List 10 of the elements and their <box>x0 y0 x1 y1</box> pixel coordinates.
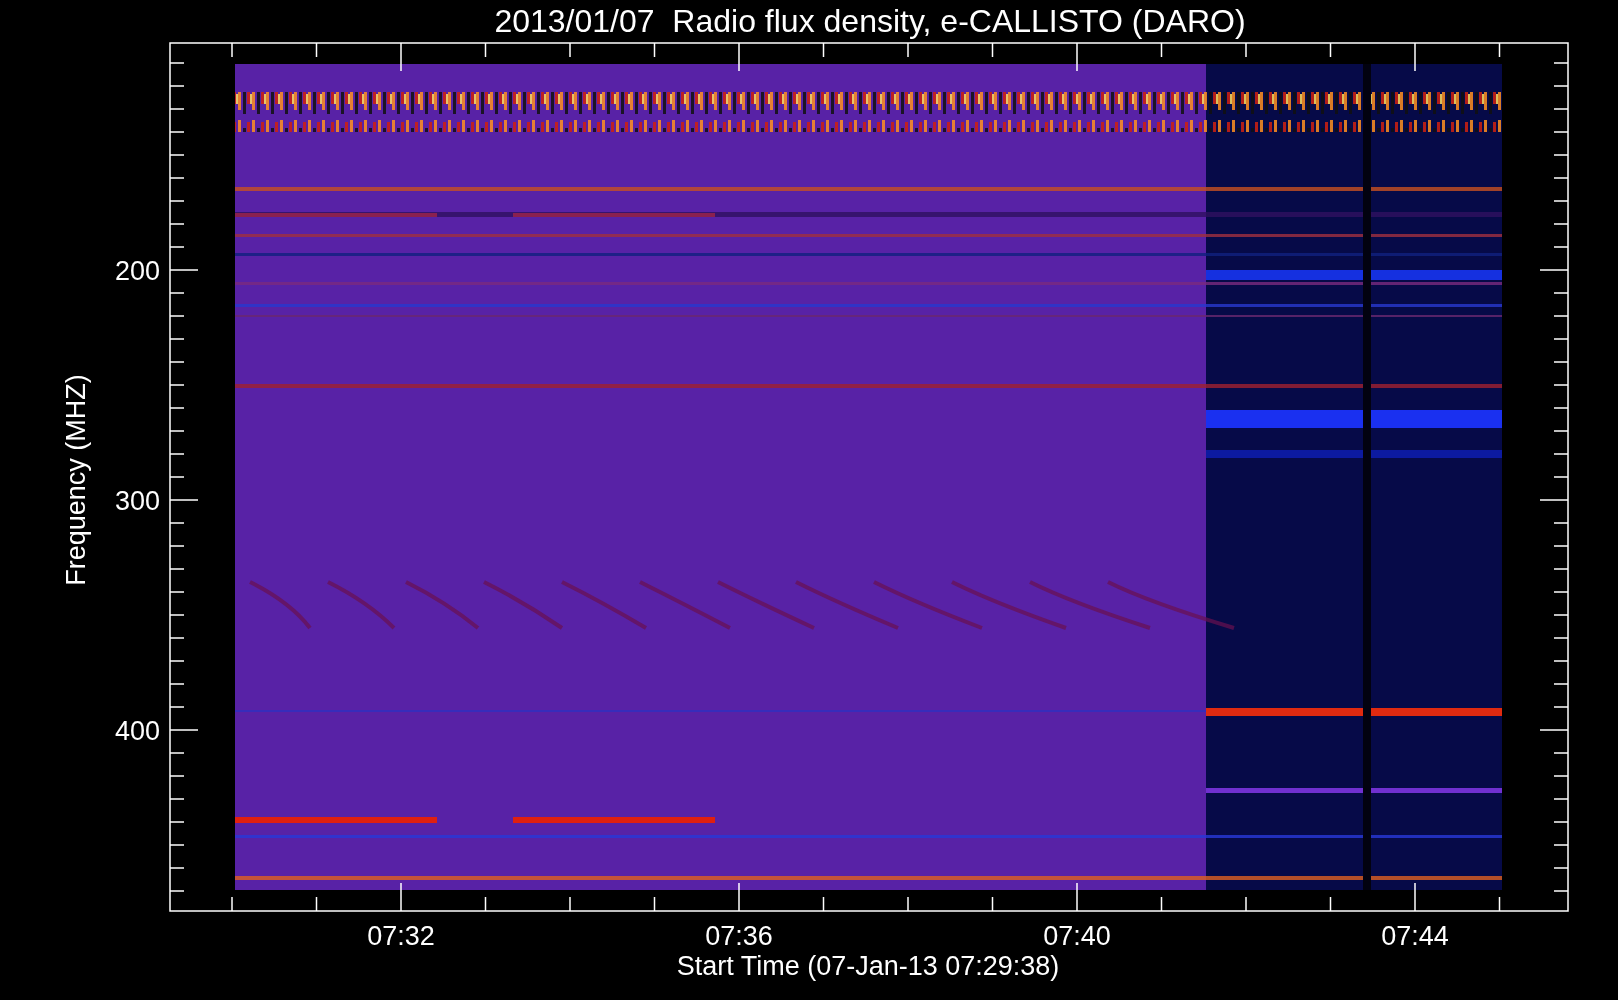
chart-title: 2013/01/07 Radio flux density, e-CALLISTO (DARO) <box>494 3 1246 39</box>
y-tick-label: 400 <box>114 716 160 746</box>
y-tick-label: 200 <box>114 256 160 286</box>
x-axis-label: Start Time (07-Jan-13 07:29:38) <box>676 951 1060 981</box>
x-tick-label: 07:36 <box>705 921 773 951</box>
x-tick-label: 07:40 <box>1043 921 1111 951</box>
y-axis-label: Frequency (MHZ) <box>61 374 91 586</box>
y-tick-label: 300 <box>114 486 160 516</box>
x-tick-label: 07:44 <box>1381 921 1449 951</box>
x-tick-label: 07:32 <box>367 921 435 951</box>
